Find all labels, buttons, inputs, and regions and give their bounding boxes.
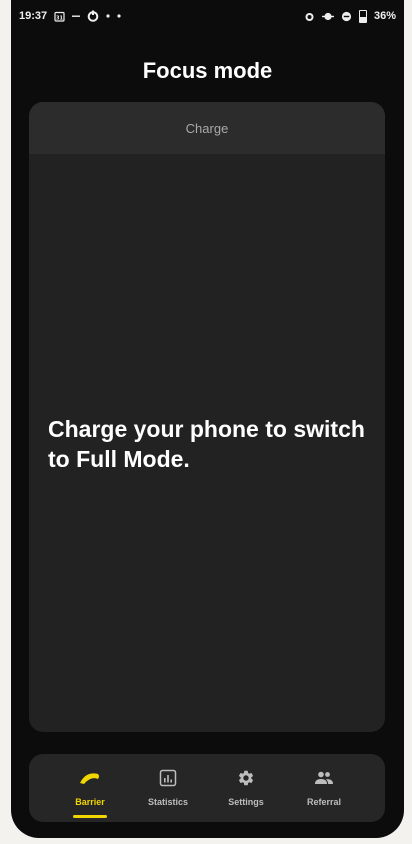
chart-icon [159,768,177,788]
page-title: Focus mode [142,58,273,83]
focus-card: Charge Charge your phone to switch to Fu… [29,102,385,732]
svg-text:31: 31 [56,15,63,21]
active-indicator [73,815,107,818]
power-icon [87,10,99,22]
calendar-icon: 31 [54,11,65,22]
battery-icon [358,9,367,23]
nav-statistics[interactable]: Statistics [135,754,201,822]
alarm-icon [304,11,315,22]
nav-referral[interactable]: Referral [291,754,357,822]
nav-barrier-label: Barrier [75,797,105,807]
barrier-icon [78,768,102,788]
nav-barrier[interactable]: Barrier [57,754,123,822]
battery-percent: 36% [373,10,396,22]
card-header: Charge [29,102,385,154]
nav-settings-label: Settings [228,797,264,807]
charge-message: Charge your phone to switch to Full Mode… [48,416,365,472]
bottom-nav: Barrier Statistics Settings Referral [29,754,385,822]
dot-icon [106,14,110,18]
location-icon [321,11,334,22]
gear-icon [237,768,255,788]
nav-statistics-label: Statistics [147,797,189,807]
nav-settings[interactable]: Settings [213,754,279,822]
status-time: 19:37 [19,10,48,22]
phone-screen: 19:37 31 36% Focus mode Charge Charge yo… [11,0,404,838]
dnd-icon [341,11,352,22]
status-bar: 19:37 31 36% [11,0,404,32]
dot-icon [117,14,121,18]
dash-icon [72,12,81,20]
people-icon [314,768,334,788]
nav-referral-label: Referral [306,797,342,807]
